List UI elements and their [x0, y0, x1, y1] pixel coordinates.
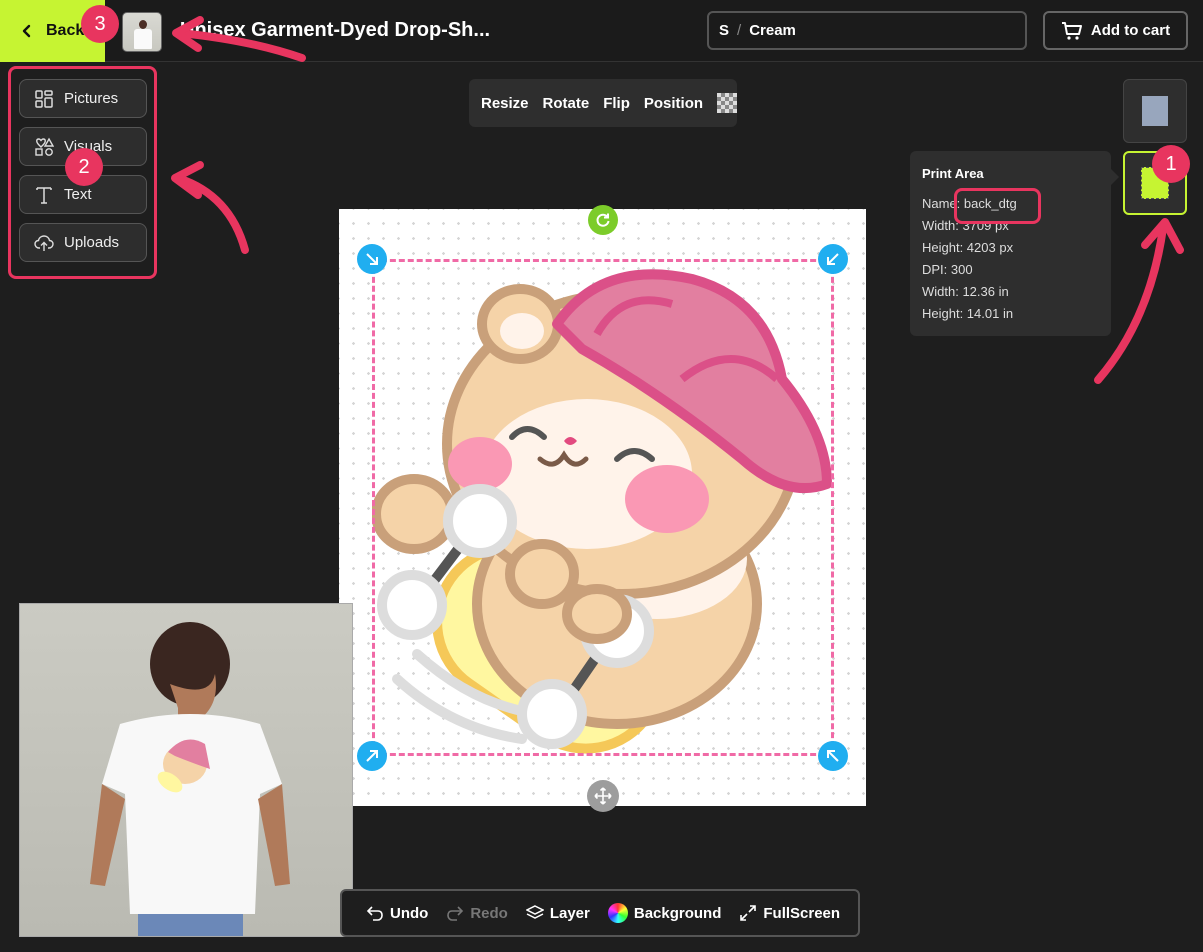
- resize-handle-top-right[interactable]: [818, 244, 848, 274]
- undo-icon: [366, 906, 383, 921]
- front-print-area-thumb[interactable]: [1123, 79, 1187, 143]
- fullscreen-button[interactable]: FullScreen: [739, 904, 840, 922]
- name-highlight: [954, 188, 1041, 224]
- color-wheel-icon: [607, 903, 628, 923]
- pictures-button[interactable]: Pictures: [19, 79, 147, 118]
- model-mockup-image: [90, 622, 290, 936]
- tooltip-width-in: Width: 12.36 in: [922, 284, 1009, 299]
- layers-icon: [525, 905, 544, 919]
- redo-button[interactable]: Redo: [446, 904, 508, 922]
- tooltip-title: Print Area: [922, 166, 984, 181]
- variant-selector[interactable]: S / Cream: [707, 11, 1027, 50]
- tooltip-height-in: Height: 14.01 in: [922, 306, 1014, 321]
- move-handle[interactable]: [587, 780, 619, 812]
- position-button[interactable]: Position: [644, 95, 703, 112]
- arrow-up-left-icon: [827, 750, 839, 762]
- redo-icon: [447, 906, 464, 921]
- pictures-label: Pictures: [64, 90, 119, 107]
- back-label: Back: [46, 22, 85, 39]
- background-label: Background: [633, 904, 722, 922]
- product-title: Unisex Garment-Dyed Drop-Sh...: [180, 19, 491, 41]
- redo-label: Redo: [470, 904, 508, 922]
- transparency-icon[interactable]: [717, 93, 737, 113]
- tooltip-height-px: Height: 4203 px: [922, 240, 1014, 255]
- variant-size: S: [719, 22, 730, 39]
- resize-button[interactable]: Resize: [481, 95, 529, 112]
- rotate-button[interactable]: Rotate: [543, 95, 590, 112]
- mockup-preview[interactable]: [19, 603, 353, 937]
- uploads-button[interactable]: Uploads: [19, 223, 147, 262]
- rotate-icon: [596, 213, 610, 227]
- variant-color: Cream: [749, 22, 796, 39]
- cart-label: Add to cart: [1090, 22, 1171, 39]
- edit-toolbar: Resize Rotate Flip Position: [469, 79, 737, 127]
- variant-separator: /: [737, 22, 742, 39]
- rotate-handle[interactable]: [588, 205, 618, 235]
- uploads-label: Uploads: [64, 234, 120, 251]
- arrow-down-right-icon: [366, 253, 378, 265]
- expand-icon: [740, 905, 757, 921]
- fullscreen-label: FullScreen: [763, 904, 841, 922]
- resize-handle-bottom-left[interactable]: [357, 741, 387, 771]
- add-to-cart-button[interactable]: Add to cart: [1043, 11, 1188, 50]
- resize-handle-top-left[interactable]: [357, 244, 387, 274]
- chevron-left-icon: [22, 24, 31, 38]
- background-button[interactable]: Background: [607, 903, 722, 923]
- print-area-bounds: [372, 259, 834, 756]
- top-header: Back Unisex Garment-Dyed Drop-Sh... S / …: [0, 0, 1203, 62]
- annotation-badge-2: 2: [65, 148, 103, 186]
- cart-icon: [1061, 21, 1082, 40]
- bottom-toolbar: Undo Redo Layer Background FullScreen: [340, 889, 860, 937]
- undo-label: Undo: [390, 904, 429, 922]
- move-icon: [594, 787, 612, 805]
- grid-icon: [35, 89, 53, 108]
- shapes-icon: [35, 137, 54, 156]
- flip-button[interactable]: Flip: [603, 95, 630, 112]
- layer-button[interactable]: Layer: [525, 904, 590, 922]
- tooltip-dpi: DPI: 300: [922, 262, 973, 277]
- cloud-upload-icon: [34, 234, 54, 251]
- text-label: Text: [64, 186, 92, 203]
- annotation-badge-1: 1: [1152, 145, 1190, 183]
- arrow-down-left-icon: [827, 253, 839, 265]
- annotation-badge-3: 3: [81, 5, 119, 43]
- resize-handle-bottom-right[interactable]: [818, 741, 848, 771]
- text-icon: [36, 186, 52, 204]
- print-area-tooltip: Print Area Name: back_dtg Width: 3709 px…: [910, 151, 1119, 336]
- layer-label: Layer: [549, 904, 590, 922]
- product-thumbnail[interactable]: [122, 12, 162, 52]
- arrow-up-right-icon: [366, 750, 378, 762]
- undo-button[interactable]: Undo: [366, 904, 428, 922]
